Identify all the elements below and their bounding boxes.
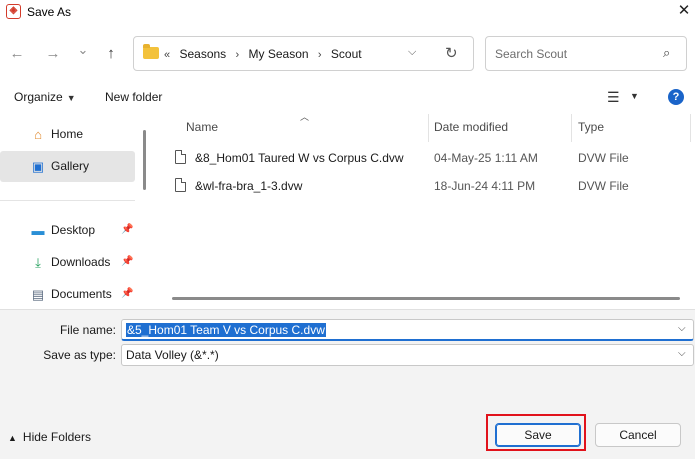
sidebar-item-documents[interactable]: ▤ Documents 📌: [0, 279, 135, 310]
sidebar-item-label: Gallery: [51, 159, 90, 173]
navigation-pane: ⌂ Home ▣ Gallery ▬ Desktop 📌 ⤓ Downloads…: [0, 114, 154, 309]
table-row[interactable]: &wl-fra-bra_1-3.dvw 18-Jun-24 4:11 PM DV…: [170, 172, 690, 200]
title-bar: ◈ Save As ✕: [0, 0, 695, 24]
sidebar-item-label: Desktop: [51, 223, 96, 237]
file-date: 18-Jun-24 4:11 PM: [434, 179, 536, 193]
sidebar-item-downloads[interactable]: ⤓ Downloads 📌: [0, 247, 135, 278]
view-options-icon[interactable]: ☰: [607, 89, 620, 106]
breadcrumb-scout[interactable]: Scout: [331, 47, 362, 61]
file-type: DVW File: [578, 179, 629, 193]
desktop-icon: ▬: [31, 223, 45, 238]
folder-icon: [143, 44, 159, 59]
breadcrumb-separator-icon: ›: [317, 49, 322, 61]
breadcrumb: « Seasons › My Season › Scout: [164, 47, 368, 61]
refresh-icon[interactable]: ↻: [445, 44, 458, 62]
sidebar-item-label: Downloads: [51, 255, 111, 269]
search-icon[interactable]: ⌕: [663, 45, 670, 61]
command-bar: Organize ▼ New folder ☰ ▼ ?: [0, 84, 695, 112]
save-as-type-value: Data Volley (&*.*): [126, 348, 219, 362]
chevron-down-icon[interactable]: ⌵: [678, 323, 686, 334]
up-arrow-icon[interactable]: ↑: [100, 44, 122, 64]
home-icon: ⌂: [34, 127, 42, 142]
chevron-down-icon[interactable]: ⌵: [678, 348, 686, 359]
sidebar-item-label: Home: [51, 127, 84, 141]
sidebar-divider: [0, 200, 135, 201]
column-header-type[interactable]: Type: [578, 120, 604, 134]
file-icon: [175, 150, 186, 164]
pin-icon: 📌: [121, 256, 134, 267]
breadcrumb-my-season[interactable]: My Season: [249, 47, 309, 61]
chevron-down-icon: ▼: [66, 93, 76, 103]
sidebar-scrollbar[interactable]: [143, 130, 146, 190]
pin-icon: 📌: [121, 224, 134, 235]
search-input[interactable]: Search Scout: [495, 47, 567, 61]
column-header-date-modified[interactable]: Date modified: [434, 120, 508, 134]
sidebar-item-label: Documents: [51, 287, 112, 301]
hide-folders-label: Hide Folders: [22, 430, 91, 444]
address-dropdown-icon[interactable]: ⌵: [408, 46, 416, 59]
back-arrow-icon[interactable]: ←: [6, 44, 28, 64]
file-name: &8_Hom01 Taured W vs Corpus C.dvw: [195, 151, 404, 165]
file-date: 04-May-25 1:11 AM: [434, 151, 538, 165]
help-icon[interactable]: ?: [668, 89, 684, 105]
file-name-field[interactable]: &5_Hom01 Team V vs Corpus C.dvw ⌵: [121, 319, 694, 341]
file-name-input[interactable]: &5_Hom01 Team V vs Corpus C.dvw: [126, 323, 326, 337]
address-bar[interactable]: « Seasons › My Season › Scout ⌵ ↻: [133, 36, 474, 71]
save-as-type-select[interactable]: Data Volley (&*.*) ⌵: [121, 344, 694, 366]
gallery-icon: ▣: [31, 159, 45, 174]
organize-menu[interactable]: Organize ▼: [14, 90, 76, 104]
breadcrumb-seasons[interactable]: Seasons: [179, 47, 226, 61]
save-button-highlight: [486, 414, 586, 451]
file-name-label: File name:: [59, 323, 116, 337]
breadcrumb-overflow-icon[interactable]: «: [164, 49, 170, 61]
file-list: ︿ Name Date modified Type &8_Hom01 Taure…: [155, 112, 695, 309]
new-folder-button[interactable]: New folder: [105, 90, 162, 104]
column-header-name[interactable]: Name: [186, 120, 218, 134]
sidebar-item-desktop[interactable]: ▬ Desktop 📌: [0, 215, 135, 246]
sidebar-item-gallery[interactable]: ▣ Gallery: [0, 151, 135, 182]
hide-folders-button[interactable]: ▲ Hide Folders: [8, 430, 91, 444]
cancel-button[interactable]: Cancel: [595, 423, 681, 447]
window-title: Save As: [27, 5, 72, 19]
sidebar-item-home[interactable]: ⌂ Home: [0, 119, 135, 150]
save-panel: File name: &5_Hom01 Team V vs Corpus C.d…: [0, 309, 695, 459]
file-type: DVW File: [578, 151, 629, 165]
close-icon[interactable]: ✕: [674, 1, 694, 21]
sort-ascending-icon: ︿: [300, 112, 310, 122]
table-row[interactable]: &8_Hom01 Taured W vs Corpus C.dvw 04-May…: [170, 144, 690, 172]
pin-icon: 📌: [121, 288, 134, 299]
navigation-bar: ← → ⌄ ↑ « Seasons › My Season › Scout ⌵ …: [0, 24, 695, 84]
recent-locations-chevron-icon[interactable]: ⌄: [72, 40, 94, 60]
column-divider[interactable]: [428, 114, 429, 142]
forward-arrow-icon[interactable]: →: [42, 44, 64, 64]
column-divider[interactable]: [690, 114, 691, 142]
file-icon: [175, 178, 186, 192]
column-divider[interactable]: [571, 114, 572, 142]
downloads-icon: ⤓: [35, 255, 41, 270]
view-dropdown-icon[interactable]: ▼: [630, 91, 639, 101]
app-icon: ◈: [6, 4, 21, 19]
chevron-up-icon: ▲: [8, 433, 17, 443]
horizontal-scrollbar[interactable]: [172, 297, 680, 300]
search-box[interactable]: Search Scout ⌕: [485, 36, 687, 71]
documents-icon: ▤: [31, 287, 45, 302]
breadcrumb-separator-icon: ›: [235, 49, 240, 61]
organize-label: Organize: [14, 90, 63, 104]
file-name: &wl-fra-bra_1-3.dvw: [195, 179, 303, 193]
save-as-type-label: Save as type:: [43, 348, 116, 362]
